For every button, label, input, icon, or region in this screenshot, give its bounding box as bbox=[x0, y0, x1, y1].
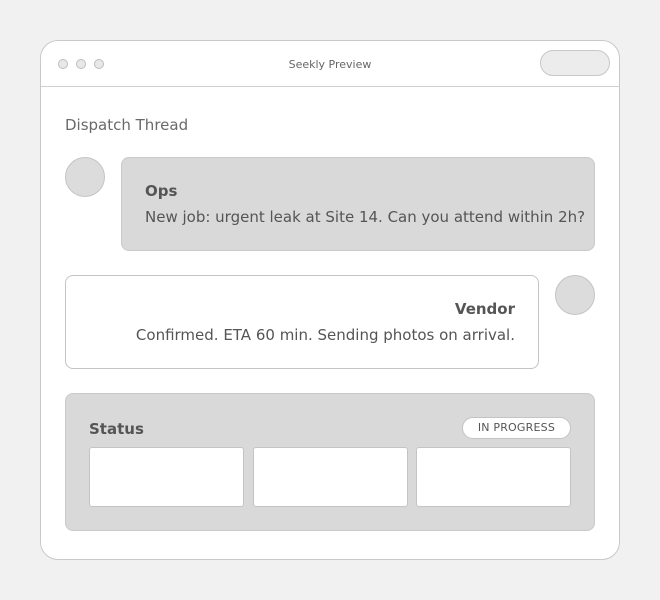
titlebar-action-button[interactable] bbox=[540, 50, 610, 76]
thread-title: Dispatch Thread bbox=[65, 116, 189, 134]
message-text: New job: urgent leak at Site 14. Can you… bbox=[145, 208, 586, 226]
preview-window: Seekly Preview Dispatch Thread Ops New j… bbox=[40, 40, 620, 560]
ops-avatar bbox=[65, 157, 105, 197]
status-label: Status bbox=[89, 420, 144, 438]
status-slot bbox=[416, 447, 571, 507]
message-text: Confirmed. ETA 60 min. Sending photos on… bbox=[135, 326, 515, 344]
status-slot bbox=[253, 447, 408, 507]
title-bar: Seekly Preview bbox=[41, 41, 619, 87]
message-bubble-ops: Ops New job: urgent leak at Site 14. Can… bbox=[121, 157, 595, 251]
message-sender: Vendor bbox=[454, 300, 515, 318]
message-bubble-vendor: Vendor Confirmed. ETA 60 min. Sending ph… bbox=[65, 275, 539, 369]
status-slot bbox=[89, 447, 244, 507]
status-badge: IN PROGRESS bbox=[461, 417, 571, 439]
status-card: Status IN PROGRESS bbox=[65, 393, 595, 531]
window-title: Seekly Preview bbox=[288, 58, 372, 71]
message-sender: Ops bbox=[145, 182, 178, 200]
vendor-avatar bbox=[555, 275, 595, 315]
